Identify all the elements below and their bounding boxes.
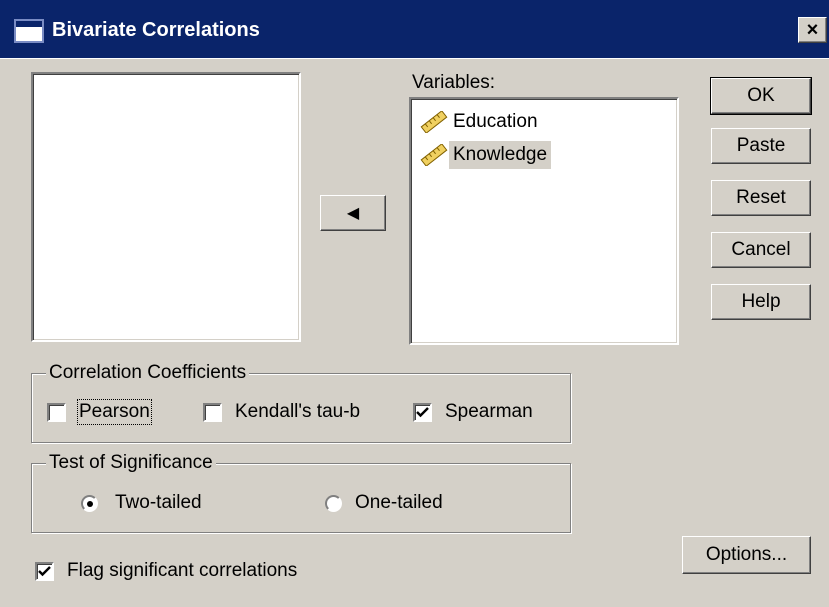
spearman-label[interactable]: Spearman — [445, 401, 533, 423]
title-bar: Bivariate Correlations × — [0, 0, 829, 59]
window-icon — [14, 19, 44, 43]
correlation-coefficients-legend: Correlation Coefficients — [46, 361, 250, 385]
list-item-knowledge[interactable]: Knowledge — [419, 140, 552, 170]
variables-list[interactable]: Education Knowledge — [409, 97, 679, 345]
checkmark-icon — [416, 407, 429, 418]
flag-significant-checkbox[interactable] — [35, 562, 54, 581]
variable-label: Knowledge — [449, 141, 552, 169]
list-item-education[interactable]: Education — [419, 107, 542, 137]
flag-significant-label[interactable]: Flag significant correlations — [67, 560, 297, 582]
checkmark-icon — [38, 566, 51, 577]
kendall-label[interactable]: Kendall's tau-b — [235, 401, 360, 423]
paste-button[interactable]: Paste — [711, 128, 811, 164]
pearson-label[interactable]: Pearson — [77, 399, 152, 425]
close-button[interactable]: × — [798, 17, 827, 43]
source-variable-list[interactable] — [31, 72, 301, 342]
two-tailed-radio[interactable] — [81, 495, 98, 512]
ruler-icon — [420, 111, 448, 133]
one-tailed-radio[interactable] — [325, 495, 342, 512]
kendall-checkbox[interactable] — [203, 403, 222, 422]
move-variable-button[interactable]: ◀ — [320, 195, 386, 231]
ruler-icon — [420, 144, 448, 166]
two-tailed-label[interactable]: Two-tailed — [115, 492, 202, 514]
one-tailed-label[interactable]: One-tailed — [355, 492, 443, 514]
test-of-significance-group: Test of Significance — [31, 451, 571, 533]
help-button[interactable]: Help — [711, 284, 811, 320]
reset-button[interactable]: Reset — [711, 180, 811, 216]
ok-button[interactable]: OK — [710, 77, 812, 115]
window-title: Bivariate Correlations — [52, 19, 260, 41]
cancel-button[interactable]: Cancel — [711, 232, 811, 268]
pearson-checkbox[interactable] — [47, 403, 66, 422]
variable-label: Education — [453, 111, 538, 132]
test-of-significance-legend: Test of Significance — [46, 451, 216, 475]
variables-label: Variables: — [412, 72, 496, 93]
spearman-checkbox[interactable] — [413, 403, 432, 422]
options-button[interactable]: Options... — [682, 536, 811, 574]
arrow-left-icon: ◀ — [346, 205, 360, 222]
